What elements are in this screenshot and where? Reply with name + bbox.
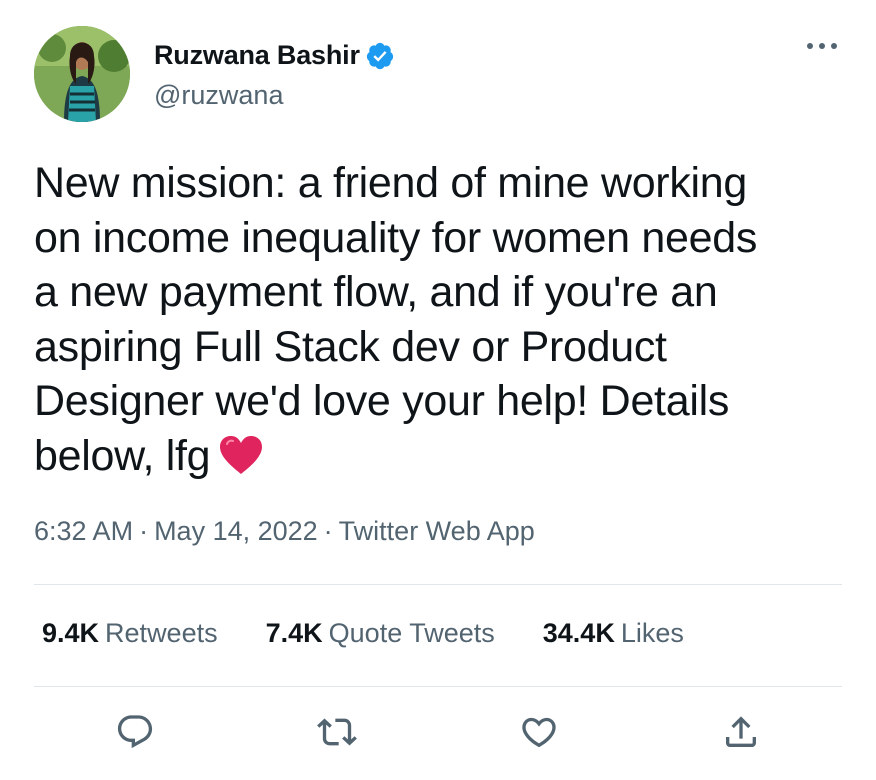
divider <box>34 686 842 687</box>
retweets-label: Retweets <box>105 618 218 648</box>
quote-tweets-stat[interactable]: 7.4K Quote Tweets <box>266 618 495 649</box>
share-icon <box>726 716 756 747</box>
reply-button[interactable] <box>107 704 163 760</box>
divider <box>34 584 842 585</box>
retweets-stat[interactable]: 9.4K Retweets <box>42 618 218 649</box>
meta-separator: · <box>323 516 333 546</box>
tweet-source[interactable]: Twitter Web App <box>339 516 535 546</box>
likes-stat[interactable]: 34.4K Likes <box>543 618 684 649</box>
more-icon <box>807 43 837 49</box>
tweet-text-block: New mission: a friend of mine working on… <box>34 156 844 483</box>
likes-label: Likes <box>620 618 684 648</box>
share-button[interactable] <box>713 704 769 760</box>
avatar-image <box>34 26 130 122</box>
like-icon <box>522 717 556 748</box>
tweet-meta: 6:32 AM · May 14, 2022 · Twitter Web App <box>34 516 535 547</box>
tweet-time[interactable]: 6:32 AM <box>34 516 133 546</box>
avatar[interactable] <box>34 26 130 122</box>
more-options-button[interactable] <box>800 26 844 66</box>
verified-badge-icon <box>365 41 395 71</box>
tweet-card: Ruzwana Bashir @ruzwana New mission: a f… <box>0 0 876 780</box>
engagement-stats: 9.4K Retweets 7.4K Quote Tweets 34.4K Likes <box>42 618 684 649</box>
tweet-date[interactable]: May 14, 2022 <box>154 516 318 546</box>
retweet-icon <box>317 718 357 746</box>
display-name[interactable]: Ruzwana Bashir <box>154 40 360 71</box>
quote-tweets-count: 7.4K <box>265 618 323 648</box>
quote-tweets-label: Quote Tweets <box>328 618 495 648</box>
action-bar <box>0 704 876 764</box>
red-heart-emoji-icon <box>218 434 264 476</box>
reply-icon <box>117 715 153 749</box>
likes-count: 34.4K <box>542 618 615 648</box>
retweet-button[interactable] <box>309 704 365 760</box>
meta-separator: · <box>139 516 149 546</box>
author-name-row[interactable]: Ruzwana Bashir <box>154 40 395 71</box>
tweet-text: New mission: a friend of mine working on… <box>34 159 758 480</box>
retweets-count: 9.4K <box>42 618 100 648</box>
author-handle[interactable]: @ruzwana <box>154 80 283 111</box>
like-button[interactable] <box>511 704 567 760</box>
